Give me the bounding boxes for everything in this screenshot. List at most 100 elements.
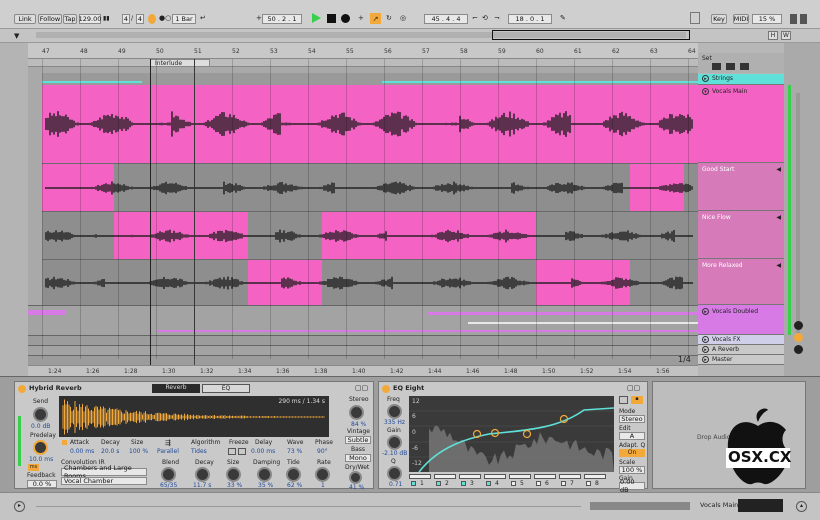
- band-toggle[interactable]: [486, 481, 491, 486]
- eq-band-5[interactable]: 5: [509, 474, 531, 487]
- track-vocals-doubled[interactable]: ▸ Vocals Doubled: [698, 305, 784, 335]
- strings-clip-a[interactable]: [42, 81, 142, 83]
- damping-value[interactable]: 35 %: [258, 482, 273, 489]
- time-ruler[interactable]: 1:24 1:26 1:28 1:30 1:32 1:34 1:36 1:38 1:40 1:42…: [28, 365, 698, 376]
- track-a-reverb[interactable]: ▸ A Reverb: [698, 345, 784, 355]
- predelay-ms-toggle[interactable]: ms: [28, 464, 39, 471]
- device-power-icon[interactable]: [18, 385, 26, 393]
- adapt-q-toggle[interactable]: On: [619, 449, 645, 457]
- band-toggle[interactable]: [461, 481, 466, 486]
- band-toggle[interactable]: [436, 481, 441, 486]
- edit-select[interactable]: A: [619, 432, 645, 440]
- device-menu-icon[interactable]: ▢▢: [627, 384, 640, 392]
- blend-knob[interactable]: [161, 467, 176, 482]
- audition-icon[interactable]: ◀: [776, 262, 781, 269]
- decay2-knob[interactable]: [195, 467, 210, 482]
- bass-mono-toggle[interactable]: Mono: [345, 454, 371, 462]
- eq-band-1[interactable]: 1: [409, 474, 431, 487]
- key-map-button[interactable]: Key: [711, 14, 727, 24]
- play-icon[interactable]: [312, 13, 321, 23]
- fold-icon[interactable]: ▸: [702, 75, 709, 82]
- a-reverb-lane[interactable]: [28, 345, 698, 355]
- overdub-icon[interactable]: +: [358, 14, 364, 22]
- signature-denominator[interactable]: 4: [136, 14, 144, 24]
- q-value[interactable]: 0.71: [389, 481, 402, 488]
- tab-reverb[interactable]: Reverb: [152, 384, 200, 393]
- band-toggle[interactable]: [536, 481, 541, 486]
- filter-shape-icon[interactable]: [534, 474, 556, 479]
- arrangement-overview[interactable]: ▼ H W: [0, 29, 820, 43]
- eq-display[interactable]: 12 6 0 -6 -12: [409, 396, 615, 473]
- filter-shape-icon[interactable]: [459, 474, 481, 479]
- send-knob[interactable]: [33, 407, 48, 422]
- ir-waveform-display[interactable]: 290 ms / 1.34 s: [59, 396, 329, 437]
- routing-select[interactable]: Parallel: [157, 448, 179, 455]
- set-button-b-icon[interactable]: [726, 63, 735, 70]
- hide-view-icon[interactable]: H: [768, 31, 778, 40]
- automation-arm-icon[interactable]: ↗: [370, 13, 381, 24]
- track-vocals-main[interactable]: ▾ Vocals Main: [698, 85, 784, 163]
- fold-icon[interactable]: ▾: [702, 88, 709, 95]
- device-menu-icon[interactable]: ▢▢: [355, 384, 368, 392]
- tempo-field[interactable]: 129.00: [79, 14, 101, 24]
- punch-out-icon[interactable]: ¬: [494, 14, 500, 22]
- device-chain-overview[interactable]: [590, 502, 690, 510]
- info-view-toggle-icon[interactable]: ▸: [14, 501, 25, 512]
- rate-value[interactable]: 1: [321, 482, 325, 489]
- filter-shape-icon[interactable]: [434, 474, 456, 479]
- loop-icon[interactable]: ⟲: [482, 14, 488, 22]
- damping-knob[interactable]: [257, 467, 272, 482]
- master-lane[interactable]: [28, 355, 698, 365]
- track-io-icon[interactable]: [794, 321, 803, 330]
- tide-value[interactable]: 62 %: [287, 482, 302, 489]
- device-power-icon[interactable]: [382, 385, 390, 393]
- set-button-c-icon[interactable]: [740, 63, 749, 70]
- take-lane-more-relaxed[interactable]: [42, 259, 698, 306]
- eq-curve[interactable]: [409, 396, 615, 473]
- stop-icon[interactable]: [327, 14, 336, 23]
- overview-viewport[interactable]: [492, 30, 690, 40]
- track-vocals-fx[interactable]: ▸ Vocals FX: [698, 335, 784, 345]
- fold-icon[interactable]: ▸: [702, 308, 709, 315]
- phase-value[interactable]: 90°: [317, 448, 328, 455]
- capture-icon[interactable]: ◎: [400, 14, 406, 22]
- vocals-fx-lane[interactable]: [28, 335, 698, 345]
- fold-icon[interactable]: ▸: [702, 356, 709, 363]
- ir-category-select[interactable]: Chambers and Large Rooms: [61, 464, 147, 480]
- take-lane-nice-flow[interactable]: [42, 211, 698, 260]
- eq-band-6[interactable]: 6: [534, 474, 556, 487]
- blend-value[interactable]: 65/35: [160, 482, 177, 489]
- decay-value[interactable]: 20.0 s: [101, 448, 119, 455]
- gain-value[interactable]: -2.10 dB: [382, 450, 407, 457]
- punch-in-icon[interactable]: ⌐: [472, 14, 478, 22]
- locator-interlude[interactable]: Interlude: [150, 59, 210, 67]
- freq-knob[interactable]: [387, 404, 402, 419]
- detail-view-toggle-icon[interactable]: ▴: [796, 501, 807, 512]
- output-gain-value[interactable]: 0.00 dB: [619, 478, 645, 494]
- scale-value[interactable]: 100 %: [619, 466, 645, 474]
- arrangement-position[interactable]: 50 . 2 . 1: [262, 14, 302, 24]
- locator-lane[interactable]: Interlude: [28, 59, 698, 67]
- stereo-knob[interactable]: [349, 405, 364, 420]
- strings-lane[interactable]: [42, 73, 698, 85]
- eq-headphone-icon[interactable]: [619, 396, 628, 404]
- loop-start-field[interactable]: 45 . 4 . 4: [424, 14, 468, 24]
- size2-value[interactable]: 33 %: [227, 482, 242, 489]
- mode-select[interactable]: Stereo: [619, 415, 645, 423]
- delay-value[interactable]: 0.00 ms: [251, 448, 275, 455]
- arrangement-view[interactable]: 47 48 49 50 51 52 53 54 55 56 57 58 59 60 61 62 63 64 Int…: [28, 43, 698, 376]
- predelay-knob[interactable]: [33, 440, 48, 455]
- predelay-value[interactable]: 10.0 ms: [29, 456, 53, 463]
- band-toggle[interactable]: [411, 481, 416, 486]
- freeze-in-toggle[interactable]: [238, 448, 246, 455]
- link-button[interactable]: Link: [14, 14, 36, 24]
- rate-knob[interactable]: [315, 467, 330, 482]
- set-button-a-icon[interactable]: [712, 63, 721, 70]
- filter-shape-icon[interactable]: [559, 474, 581, 479]
- eq-band-3[interactable]: 3: [459, 474, 481, 487]
- record-icon[interactable]: [341, 14, 350, 23]
- attack-value[interactable]: 0.00 ms: [70, 448, 94, 455]
- freeze-toggle[interactable]: [228, 448, 236, 455]
- send-value[interactable]: 0.0 dB: [31, 423, 50, 430]
- wrap-view-icon[interactable]: W: [781, 31, 791, 40]
